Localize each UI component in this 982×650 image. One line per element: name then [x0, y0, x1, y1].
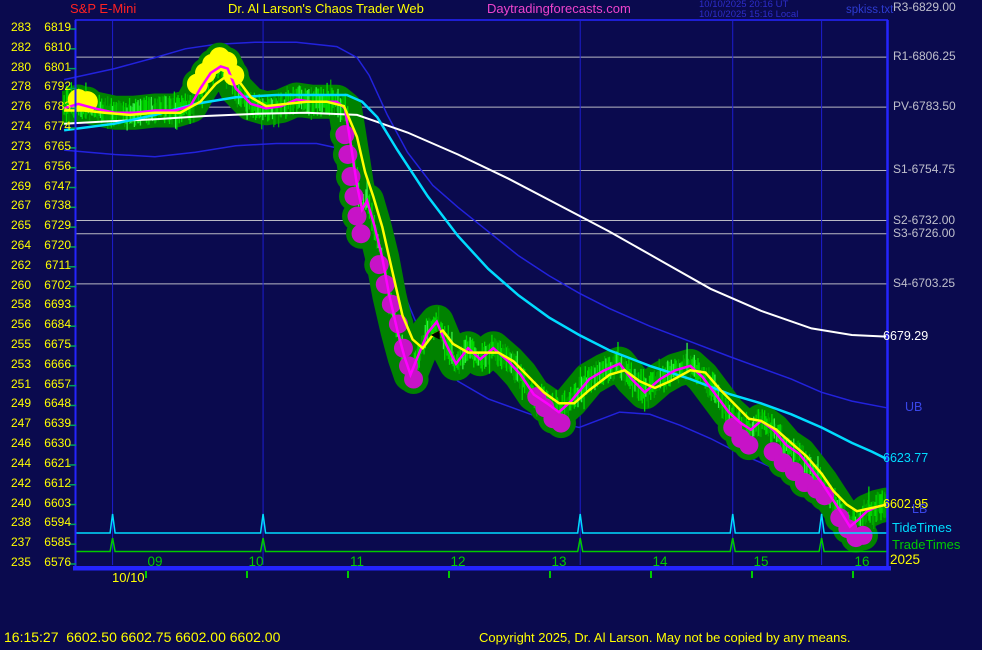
y-axis-row: 2766783 [0, 100, 72, 113]
y-axis-row: 2806801 [0, 61, 72, 74]
line-end-label: UB [905, 401, 922, 414]
y-axis-row: 2376585 [0, 536, 72, 549]
hour-label: 15 [753, 555, 768, 569]
y-axis-row: 2676738 [0, 199, 72, 212]
copyright-notice: Copyright 2025, Dr. Al Larson. May not b… [479, 631, 850, 645]
hour-label: 13 [551, 555, 566, 569]
line-end-label: 6623.77 [883, 452, 928, 465]
pivot-label: S2-6732.00 [893, 214, 955, 227]
pivot-label: R3-6829.00 [893, 1, 956, 14]
chaos-trader-window: 2836819 2826810 2806801 2786792 2766783 27467… [0, 0, 982, 650]
hour-label: 10 [248, 555, 263, 569]
site-link[interactable]: Daytradingforecasts.com [487, 2, 631, 16]
pivot-label: S1-6754.75 [893, 163, 955, 176]
y-axis-row: 2786792 [0, 80, 72, 93]
price-chart[interactable]: 2836819 2826810 2806801 2786792 2766783 27467… [0, 0, 982, 650]
symbol-label: S&P E-Mini [70, 2, 136, 16]
y-axis-row: 2696747 [0, 180, 72, 193]
tide-times-label: TideTimes [892, 521, 952, 535]
y-axis-row: 2646720 [0, 239, 72, 252]
y-axis-row: 2426612 [0, 477, 72, 490]
y-axis-row: 2476639 [0, 417, 72, 430]
hour-label: 14 [652, 555, 667, 569]
y-axis-row: 2406603 [0, 497, 72, 510]
y-axis-row: 2446621 [0, 457, 72, 470]
pivot-label: R1-6806.25 [893, 50, 956, 63]
app-title: Dr. Al Larson's Chaos Trader Web [228, 2, 424, 16]
y-axis-row: 2736765 [0, 140, 72, 153]
y-axis-row: 2716756 [0, 160, 72, 173]
y-axis-row: 2516657 [0, 378, 72, 391]
y-axis-row: 2356576 [0, 556, 72, 569]
y-axis-row: 2566684 [0, 318, 72, 331]
y-axis-row: 2656729 [0, 219, 72, 232]
y-axis-row: 2626711 [0, 259, 72, 272]
y-axis-row: 2466630 [0, 437, 72, 450]
quote-status-line: 16:15:27 6602.50 6602.75 6602.00 6602.00 [4, 630, 280, 645]
pivot-label: S3-6726.00 [893, 227, 955, 240]
pivot-label: S4-6703.25 [893, 277, 955, 290]
y-axis-row: 2606702 [0, 279, 72, 292]
line-end-label: 6679.29 [883, 330, 928, 343]
y-axis-row: 2556675 [0, 338, 72, 351]
y-axis-row: 2496648 [0, 397, 72, 410]
y-axis-row: 2836819 [0, 21, 72, 34]
line-end-label: 6602.95 [883, 498, 928, 511]
y-axis-row: 2536666 [0, 358, 72, 371]
trade-times-label: TradeTimes [892, 538, 960, 552]
year-label: 2025 [890, 553, 920, 567]
hour-label: 11 [350, 555, 364, 569]
date-label: 10/10 [112, 571, 145, 585]
pivot-label: PV-6783.50 [893, 100, 956, 113]
chart-labels: 2836819 2826810 2806801 2786792 2766783 27467… [0, 0, 982, 650]
hour-label: 16 [854, 555, 869, 569]
data-file-label: spkiss.txt [846, 4, 893, 16]
y-axis-row: 2826810 [0, 41, 72, 54]
hour-label: 09 [147, 555, 162, 569]
y-axis-row: 2386594 [0, 516, 72, 529]
y-axis-row: 2586693 [0, 298, 72, 311]
hour-label: 12 [450, 555, 465, 569]
timestamp-local: 10/10/2025 15:16 Local [699, 10, 798, 20]
y-axis-row: 2746774 [0, 120, 72, 133]
